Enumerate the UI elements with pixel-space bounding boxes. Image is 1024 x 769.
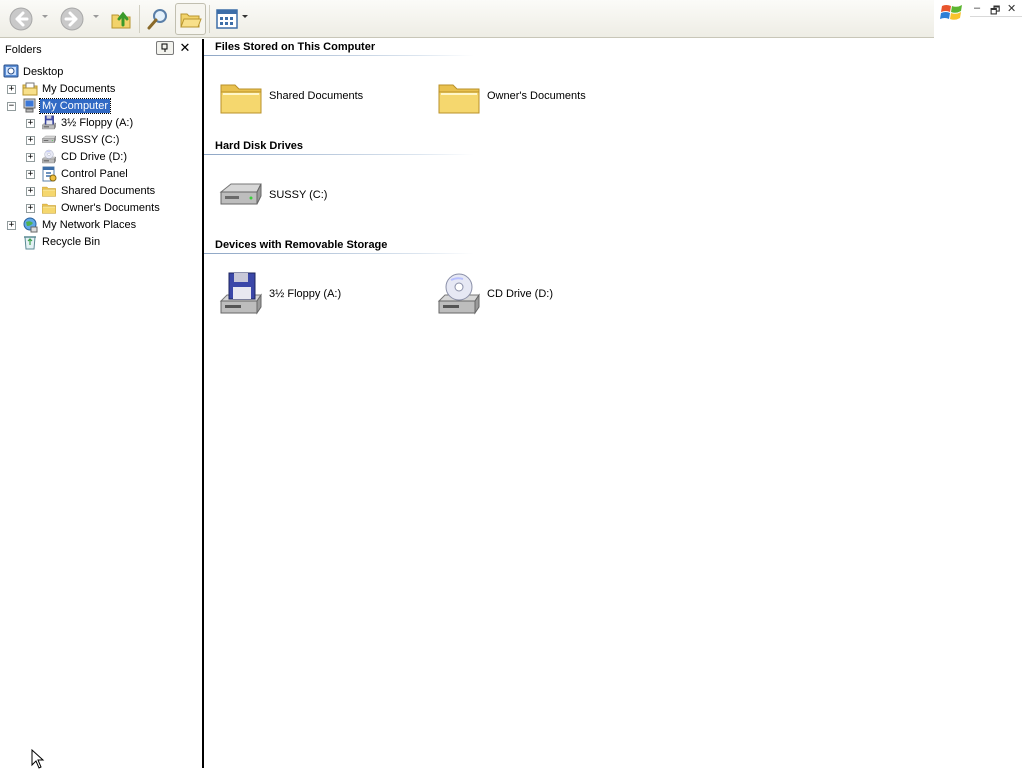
windows-logo-icon [940, 5, 962, 20]
views-button[interactable] [213, 3, 241, 35]
group-divider [204, 253, 474, 254]
tree-item[interactable]: + Owner's Documents [0, 200, 200, 217]
desktop-icon [3, 64, 19, 80]
tree-item-label: Recycle Bin [42, 236, 101, 248]
tree-item[interactable]: − My Computer [0, 98, 200, 115]
expand-icon[interactable]: + [7, 85, 16, 94]
content-item[interactable]: Shared Documents [217, 73, 417, 123]
content-area: Files Stored on This Computer Shared Docu… [204, 39, 1024, 768]
floppy-drive-icon [217, 271, 265, 319]
tree-item-label: My Computer [38, 98, 112, 114]
back-arrow-icon [9, 7, 33, 31]
tree-item[interactable]: +3½ Floppy (A:) [0, 115, 200, 132]
folders-icon [179, 13, 202, 28]
forward-dropdown[interactable] [93, 15, 99, 18]
address-line [970, 16, 1022, 24]
expand-icon[interactable]: + [26, 187, 35, 196]
pin-icon [161, 43, 168, 52]
back-dropdown[interactable] [42, 15, 48, 18]
minimize-button[interactable]: – [974, 2, 980, 14]
tree-item-label: Shared Documents [61, 185, 156, 197]
group-header: Devices with Removable Storage [215, 239, 388, 251]
folders-pane: Folders ✕ Desktop + My Documents − My Comput… [0, 39, 203, 768]
search-icon [147, 9, 167, 30]
group-header: Hard Disk Drives [215, 140, 304, 152]
tree-item-label: My Documents [42, 83, 116, 95]
views-dropdown[interactable] [242, 15, 248, 18]
tree-item-label: Desktop [23, 66, 64, 78]
content-item-label: 3½ Floppy (A:) [269, 288, 342, 300]
toolbar-separator [209, 5, 210, 33]
content-item[interactable]: CD Drive (D:) [435, 271, 635, 321]
expand-icon[interactable]: + [26, 136, 35, 145]
tree-item[interactable]: + My Documents [0, 81, 200, 98]
tree-item[interactable]: + Control Panel [0, 166, 200, 183]
hard-drive-icon [41, 132, 57, 148]
close-button[interactable]: ✕ [1007, 2, 1016, 15]
folders-pane-title: Folders [5, 44, 42, 56]
group-header: Files Stored on This Computer [215, 41, 376, 53]
tree-item[interactable]: Recycle Bin [0, 234, 200, 251]
folder-icon [217, 73, 265, 121]
collapse-icon[interactable]: − [7, 102, 16, 111]
tree-item[interactable]: Desktop [0, 64, 200, 81]
views-icon [216, 9, 238, 29]
content-item-label: Shared Documents [269, 90, 364, 102]
mouse-cursor-icon [31, 749, 45, 769]
content-item-label: Owner's Documents [487, 90, 586, 102]
content-item[interactable]: Owner's Documents [435, 73, 635, 123]
tree-item-label: My Network Places [42, 219, 137, 231]
tree-item-label: Owner's Documents [61, 202, 160, 214]
floppy-drive-icon [41, 115, 57, 131]
toolbar [0, 0, 934, 38]
folders-pane-header: Folders ✕ [0, 39, 203, 61]
folders-button[interactable] [175, 3, 206, 35]
pin-pane-button[interactable] [156, 41, 174, 55]
up-folder-icon [111, 11, 131, 29]
expand-icon[interactable]: + [26, 119, 35, 128]
folder-icon [435, 73, 483, 121]
group-divider [204, 55, 474, 56]
back-button[interactable] [6, 3, 36, 35]
forward-button[interactable] [57, 3, 87, 35]
tree-item-label: 3½ Floppy (A:) [61, 117, 134, 129]
expand-icon[interactable]: + [7, 221, 16, 230]
search-button[interactable] [143, 3, 173, 35]
tree-item[interactable]: + SUSSY (C:) [0, 132, 200, 149]
tree-item[interactable]: + CD Drive (D:) [0, 149, 200, 166]
my-documents-icon [22, 81, 38, 97]
folder-icon [41, 183, 57, 199]
tree-item-label: CD Drive (D:) [61, 151, 127, 163]
tree-item[interactable]: + Shared Documents [0, 183, 200, 200]
toolbar-separator [139, 5, 140, 33]
folder-icon [41, 200, 57, 216]
forward-arrow-icon [60, 7, 84, 31]
content-item-label: CD Drive (D:) [487, 288, 553, 300]
control-panel-icon [41, 166, 57, 182]
hard-drive-icon [217, 172, 265, 220]
expand-icon[interactable]: + [26, 170, 35, 179]
expand-icon[interactable]: + [26, 153, 35, 162]
content-item[interactable]: SUSSY (C:) [217, 172, 417, 222]
content-item[interactable]: 3½ Floppy (A:) [217, 271, 417, 321]
tree-item-label: Control Panel [61, 168, 128, 180]
recycle-bin-icon [22, 234, 38, 250]
tree-item[interactable]: + My Network Places [0, 217, 200, 234]
close-pane-button[interactable]: ✕ [178, 40, 192, 56]
my-computer-icon [22, 98, 38, 114]
cd-drive-icon [435, 271, 483, 319]
group-divider [204, 154, 474, 155]
up-button[interactable] [106, 3, 136, 35]
content-item-label: SUSSY (C:) [269, 189, 328, 201]
network-places-icon [22, 217, 38, 233]
expand-icon[interactable]: + [26, 204, 35, 213]
cd-drive-icon [41, 149, 57, 165]
tree-item-label: SUSSY (C:) [61, 134, 120, 146]
